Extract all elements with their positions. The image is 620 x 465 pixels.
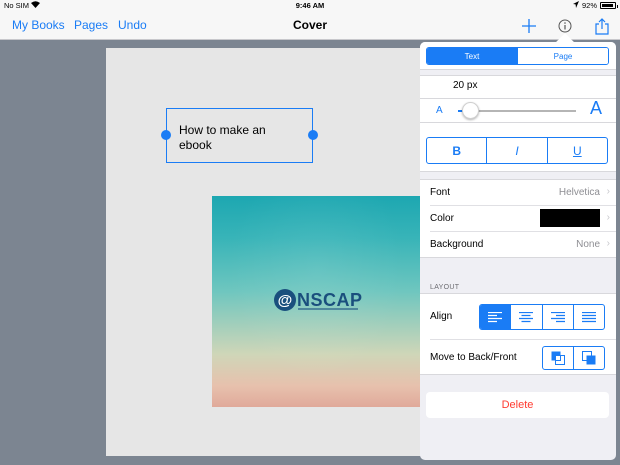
chevron-right-icon: › [606, 186, 610, 197]
move-to-front-button[interactable] [573, 347, 604, 369]
resize-handle-left[interactable] [161, 130, 171, 140]
format-inspector-popover: Text Page 20 px A A B I U Font Helvetica… [420, 42, 616, 460]
font-size-slider-thumb[interactable] [461, 102, 479, 119]
color-row[interactable]: Color › [420, 206, 616, 232]
battery-icon [600, 2, 618, 9]
font-size-min-label: A [436, 105, 443, 116]
layout-section: Align Move to Back/Front [420, 293, 616, 375]
tab-page[interactable]: Page [517, 48, 608, 64]
move-back-front-label: Move to Back/Front [430, 352, 517, 363]
delete-button[interactable]: Delete [426, 392, 609, 418]
layout-section-header: LAYOUT [430, 284, 460, 291]
status-time: 9:46 AM [295, 1, 325, 10]
font-size-max-label: A [589, 98, 602, 118]
logo-tagline-line [298, 308, 358, 310]
font-value: Helvetica [558, 187, 600, 198]
align-left-button[interactable] [480, 305, 511, 329]
logo-at-symbol: @ [274, 289, 296, 311]
align-right-button[interactable] [541, 305, 573, 329]
resize-handle-right[interactable] [308, 130, 318, 140]
status-right: 92% [572, 1, 618, 10]
text-properties-list: Font Helvetica › Color › Background None… [420, 179, 616, 258]
align-right-icon [550, 311, 565, 322]
move-to-back-button[interactable] [543, 347, 573, 369]
background-value: None [576, 239, 600, 250]
battery-percent: 92% [581, 1, 597, 10]
divider [420, 98, 616, 99]
font-size-value: 20 px [453, 80, 478, 91]
align-left-icon [488, 311, 503, 322]
background-label: Background [430, 239, 484, 250]
inspector-tabs: Text Page [426, 47, 609, 65]
font-label: Font [430, 187, 451, 198]
share-icon[interactable] [592, 16, 612, 36]
align-center-button[interactable] [510, 305, 541, 329]
align-justify-icon [581, 311, 596, 322]
chevron-right-icon: › [606, 212, 610, 223]
font-row[interactable]: Font Helvetica › [420, 180, 616, 206]
location-icon [572, 1, 579, 10]
italic-button[interactable]: I [486, 138, 546, 163]
align-center-icon [519, 311, 534, 322]
chevron-right-icon: › [606, 238, 610, 249]
bold-label: B [452, 143, 461, 158]
row-separator [430, 339, 616, 340]
underline-label: U [572, 143, 582, 158]
tab-text[interactable]: Text [427, 48, 517, 64]
align-label: Align [430, 311, 453, 322]
inspector-tab-bar: Text Page [420, 42, 616, 70]
underline-button[interactable]: U [546, 138, 607, 163]
align-buttons [479, 304, 605, 330]
text-box-content: How to make an ebook [179, 123, 266, 152]
navigation-bar: My Books Pages Undo Cover [0, 12, 620, 40]
cover-image[interactable]: @ NSCAP [212, 196, 422, 407]
ebook-page-canvas[interactable]: How to make an ebook @ NSCAP [106, 48, 456, 456]
italic-label: I [515, 143, 519, 158]
color-label: Color [430, 213, 454, 224]
bold-button[interactable]: B [427, 138, 486, 163]
color-swatch [540, 209, 600, 227]
text-style-buttons: B I U [426, 137, 608, 164]
align-justify-button[interactable] [572, 305, 604, 329]
add-icon[interactable] [519, 16, 539, 36]
status-bar: No SIM 9:46 AM 92% [0, 0, 620, 12]
arrange-buttons [542, 346, 605, 370]
text-style-section: B I U [420, 122, 616, 172]
background-row[interactable]: Background None › [420, 232, 616, 258]
bring-to-front-icon [582, 351, 596, 365]
selected-text-box[interactable]: How to make an ebook [161, 108, 318, 163]
send-to-back-icon [551, 351, 565, 365]
